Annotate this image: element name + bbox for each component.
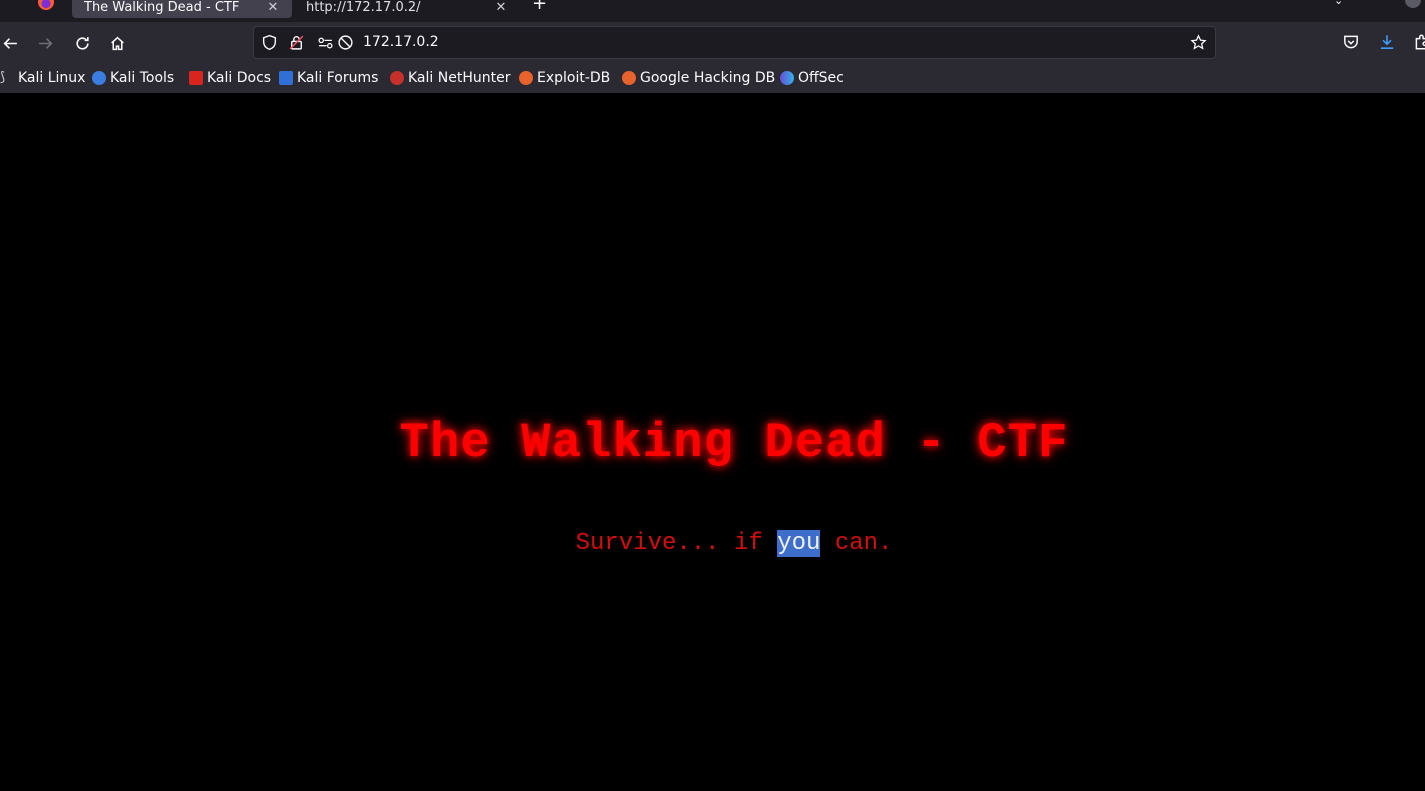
exploit-db-icon <box>519 71 533 85</box>
insecure-lock-icon[interactable] <box>288 34 305 51</box>
tab-inactive[interactable]: http://172.17.0.2/ ✕ <box>294 0 520 18</box>
bookmarks-toolbar: ⟆ Kali Linux Kali Tools Kali Docs Kali F… <box>0 63 1425 93</box>
url-text[interactable]: 172.17.0.2 <box>363 34 439 50</box>
page-content: The Walking Dead - CTF Survive... if you… <box>0 93 1425 791</box>
pocket-icon[interactable] <box>1342 33 1360 51</box>
page-subtitle: Survive... if you can. <box>0 530 1425 557</box>
kali-docs-icon <box>189 71 203 85</box>
chevron-down-icon[interactable]: ⌄ <box>1334 0 1343 7</box>
bookmark-kali-docs[interactable]: Kali Docs <box>189 69 271 87</box>
forward-button[interactable] <box>31 29 59 57</box>
reload-icon <box>75 36 89 50</box>
extensions-icon[interactable] <box>1413 33 1425 51</box>
bookmark-exploit-db[interactable]: Exploit-DB <box>519 69 610 87</box>
arrow-right-icon <box>38 37 52 49</box>
bookmark-label: Kali Tools <box>110 70 175 86</box>
subtitle-text: can. <box>820 530 893 557</box>
kali-forums-icon <box>279 71 293 85</box>
navigation-bar: 172.17.0.2 <box>0 22 1425 63</box>
bookmark-label: Kali Docs <box>207 70 272 86</box>
bookmark-label: Google Hacking DB <box>640 70 776 86</box>
tab-active[interactable]: The Walking Dead - CTF ✕ <box>72 0 292 18</box>
home-button[interactable] <box>103 29 131 57</box>
permissions-icon[interactable] <box>317 34 334 51</box>
selected-text: you <box>777 530 821 557</box>
bookmark-label: Exploit-DB <box>537 70 611 86</box>
arrow-left-icon <box>3 37 17 49</box>
close-icon[interactable]: ✕ <box>494 0 508 15</box>
bookmark-kali-linux[interactable]: ⟆ Kali Linux <box>0 69 85 87</box>
reload-button[interactable] <box>68 29 96 57</box>
account-icon[interactable] <box>1405 0 1421 8</box>
tab-label: http://172.17.0.2/ <box>306 0 421 15</box>
kali-nethunter-icon <box>390 71 404 85</box>
shield-icon[interactable] <box>261 34 278 51</box>
offsec-icon <box>780 71 794 85</box>
bookmark-kali-nethunter[interactable]: Kali NetHunter <box>390 69 510 87</box>
page-title: The Walking Dead - CTF <box>399 415 1069 471</box>
bookmark-kali-tools[interactable]: Kali Tools <box>92 69 174 87</box>
subtitle-text: Survive... if <box>575 530 778 557</box>
ghdb-icon <box>622 71 636 85</box>
bookmark-label: Kali Linux <box>18 70 86 86</box>
kali-dragon-icon: ⟆ <box>0 70 6 85</box>
bookmark-offsec[interactable]: OffSec <box>780 69 844 87</box>
download-icon[interactable] <box>1378 33 1396 51</box>
tab-label: The Walking Dead - CTF <box>84 0 240 15</box>
close-icon[interactable]: ✕ <box>266 0 280 15</box>
bookmark-label: Kali NetHunter <box>408 70 511 86</box>
bookmark-label: Kali Forums <box>297 70 379 86</box>
address-bar[interactable]: 172.17.0.2 <box>253 26 1216 59</box>
tab-strip: The Walking Dead - CTF ✕ http://172.17.0… <box>0 0 1425 22</box>
home-icon <box>110 36 124 50</box>
bookmark-label: OffSec <box>798 70 844 86</box>
tracking-blocked-icon[interactable] <box>337 34 354 51</box>
bookmark-google-hacking-db[interactable]: Google Hacking DB <box>622 69 775 87</box>
back-button[interactable] <box>0 29 24 57</box>
bookmark-star-icon[interactable] <box>1190 34 1207 51</box>
new-tab-button[interactable]: + <box>532 0 547 14</box>
bookmark-kali-forums[interactable]: Kali Forums <box>279 69 378 87</box>
kali-tools-icon <box>92 71 106 85</box>
firefox-icon[interactable] <box>38 0 54 10</box>
